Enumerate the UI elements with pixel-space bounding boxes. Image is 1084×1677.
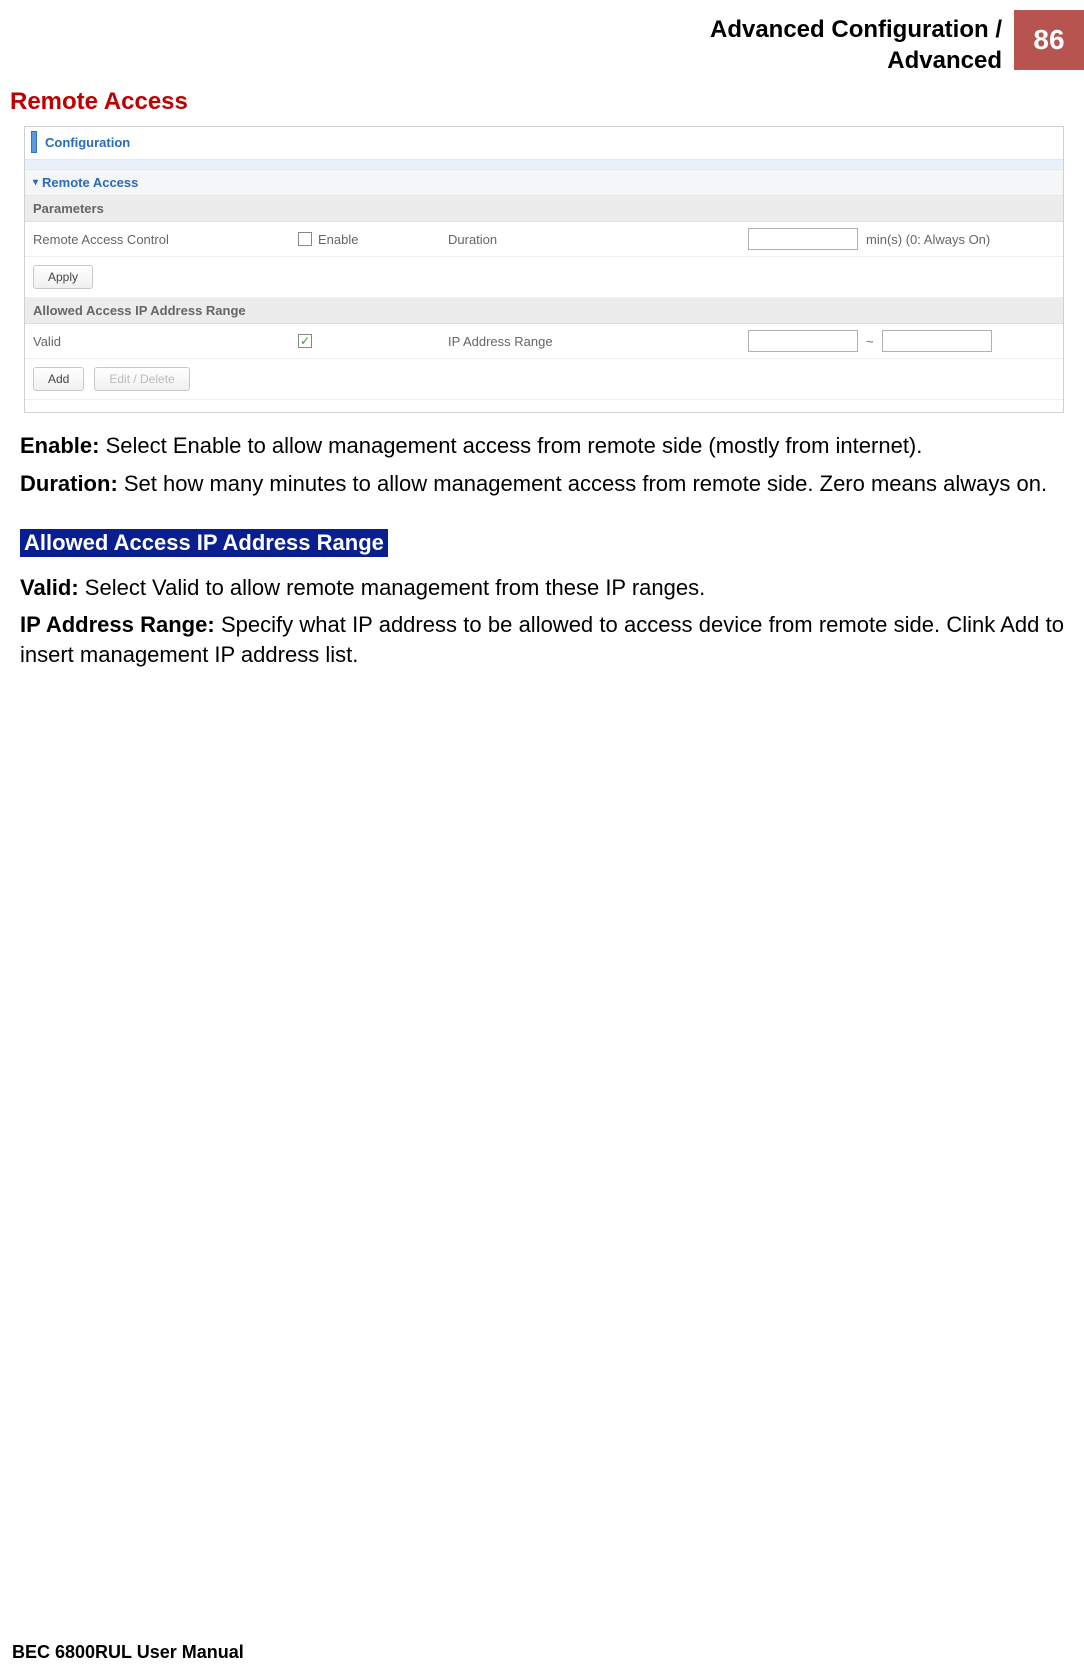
duration-description: Duration: Set how many minutes to allow … xyxy=(20,469,1064,499)
valid-description: Valid: Select Valid to allow remote mana… xyxy=(20,573,1064,603)
breadcrumb: Advanced Configuration / Advanced xyxy=(710,10,1014,76)
duration-label: Duration xyxy=(448,232,748,247)
configuration-label: Configuration xyxy=(45,135,130,150)
valid-desc-label: Valid: xyxy=(20,575,79,600)
iprange-description: IP Address Range: Specify what IP addres… xyxy=(20,610,1064,669)
section-title: Remote Access xyxy=(10,88,1074,116)
duration-input[interactable] xyxy=(748,228,858,250)
enable-desc-label: Enable: xyxy=(20,433,99,458)
caret-down-icon: ▾ xyxy=(33,177,38,188)
valid-row: Valid ✓ IP Address Range ~ xyxy=(25,324,1063,359)
ip-range-label: IP Address Range xyxy=(448,334,748,349)
duration-desc-text: Set how many minutes to allow management… xyxy=(118,471,1047,496)
ip-range-separator: ~ xyxy=(866,334,874,349)
duration-unit-label: min(s) (0: Always On) xyxy=(866,232,990,247)
enable-desc-text: Select Enable to allow management access… xyxy=(99,433,922,458)
apply-row: Apply xyxy=(25,257,1063,298)
edit-delete-button: Edit / Delete xyxy=(94,367,189,391)
parameters-subheader: Parameters xyxy=(25,196,1063,222)
ip-range-start-input[interactable] xyxy=(748,330,858,352)
enable-checkbox-label: Enable xyxy=(318,232,358,247)
breadcrumb-line2: Advanced xyxy=(710,45,1002,76)
remote-access-header-label: Remote Access xyxy=(42,175,138,190)
config-bar: Configuration xyxy=(25,127,1063,160)
valid-label: Valid xyxy=(33,334,298,349)
breadcrumb-line1: Advanced Configuration / xyxy=(710,14,1002,45)
page-number-badge: 86 xyxy=(1014,10,1084,70)
valid-desc-text: Select Valid to allow remote management … xyxy=(79,575,706,600)
add-edit-row: Add Edit / Delete xyxy=(25,359,1063,400)
remote-access-control-label: Remote Access Control xyxy=(33,232,298,247)
config-marker-icon xyxy=(31,131,37,153)
ip-range-end-input[interactable] xyxy=(882,330,992,352)
allowed-range-subheader: Allowed Access IP Address Range xyxy=(25,298,1063,324)
enable-description: Enable: Select Enable to allow managemen… xyxy=(20,431,1064,461)
apply-button[interactable]: Apply xyxy=(33,265,93,289)
remote-access-control-row: Remote Access Control Enable Duration mi… xyxy=(25,222,1063,257)
iprange-desc-label: IP Address Range: xyxy=(20,612,215,637)
divider-strip xyxy=(25,160,1063,170)
footer-label: BEC 6800RUL User Manual xyxy=(12,1642,244,1663)
enable-checkbox[interactable] xyxy=(298,232,312,246)
duration-desc-label: Duration: xyxy=(20,471,118,496)
remote-access-header[interactable]: ▾ Remote Access xyxy=(25,170,1063,196)
allowed-range-heading: Allowed Access IP Address Range xyxy=(20,529,388,557)
config-screenshot: Configuration ▾ Remote Access Parameters… xyxy=(24,126,1064,413)
valid-checkbox[interactable]: ✓ xyxy=(298,334,312,348)
add-button[interactable]: Add xyxy=(33,367,84,391)
